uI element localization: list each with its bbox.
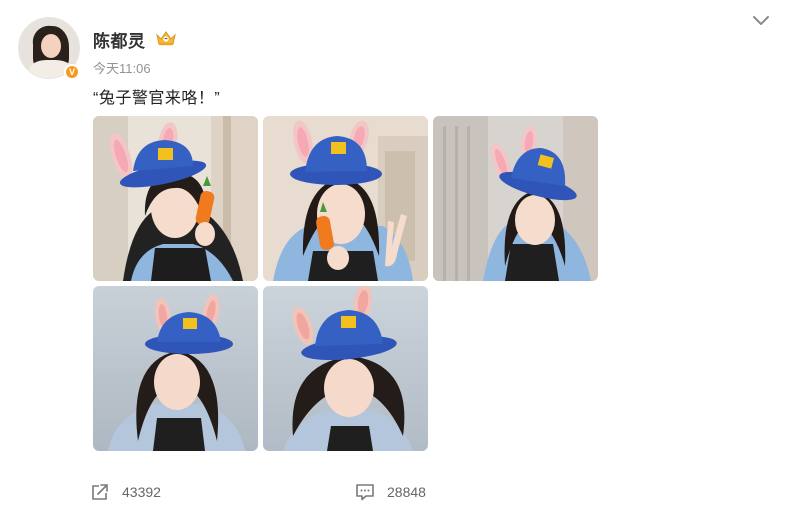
post-text: “兔子警官来咯！” [93,90,221,107]
post-image-1[interactable] [93,116,258,281]
bunny-police-photo-peace-sign-icon [263,116,428,281]
comment-button[interactable]: 28848 [355,483,426,501]
post-image-4[interactable] [93,286,258,451]
post-image-5[interactable] [263,286,428,451]
bunny-police-photo-carrot-icon [93,116,258,281]
post-image-2[interactable] [263,116,428,281]
chevron-down-icon[interactable] [752,14,770,28]
comment-count: 28848 [387,484,426,500]
bunny-police-photo-leaning-icon [433,116,598,281]
share-icon [92,484,108,500]
weibo-post: V 陈都灵 今天11:06 “兔子警官来咯！” 43392 28848 [0,0,786,510]
post-image-3[interactable] [433,116,598,281]
crown-badge-icon [156,31,176,46]
bunny-police-photo-portrait-icon [93,286,258,451]
bunny-police-photo-smile-icon [263,286,428,451]
post-timestamp[interactable]: 今天11:06 [93,58,151,77]
comment-icon [356,484,374,501]
share-count: 43392 [122,484,161,500]
verified-badge-icon: V [64,64,80,80]
share-button[interactable]: 43392 [90,483,161,501]
author-name[interactable]: 陈都灵 [93,27,146,52]
